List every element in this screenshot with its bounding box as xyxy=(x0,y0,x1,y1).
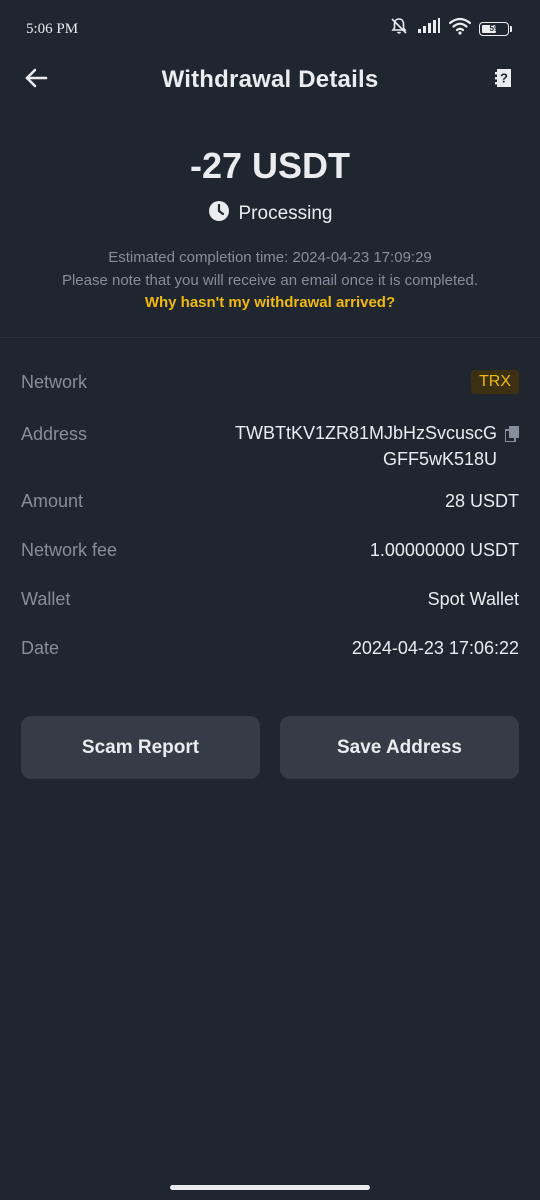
address-line-2: GFF5wK518U xyxy=(382,449,497,469)
date-value: 2024-04-23 17:06:22 xyxy=(351,638,519,658)
estimated-completion-time: Estimated completion time: 2024-04-23 17… xyxy=(108,249,432,266)
date-label: Date xyxy=(21,638,60,658)
clock-icon xyxy=(208,200,230,228)
copy-icon[interactable] xyxy=(504,424,519,448)
wifi-icon xyxy=(448,17,472,40)
status-time: 5:06 PM xyxy=(26,21,79,37)
detail-row-address: Address TWBTtKV1ZR81MJbHzSvcuscG GFF5wK5… xyxy=(21,420,519,472)
network-fee-value: 1.00000000 USDT xyxy=(369,540,519,560)
battery-percent: 59 xyxy=(489,24,499,33)
network-badge: TRX xyxy=(471,370,519,394)
address-value: TWBTtKV1ZR81MJbHzSvcuscG GFF5wK518U xyxy=(215,420,519,472)
status-icons: 59 xyxy=(389,16,512,41)
battery-icon: 59 xyxy=(479,21,512,36)
details-list: Network TRX Address TWBTtKV1ZR81MJbHzSvc… xyxy=(21,370,519,660)
network-label: Network xyxy=(21,372,88,392)
svg-text:?: ? xyxy=(500,70,508,85)
bell-muted-icon xyxy=(389,16,409,41)
withdrawal-amount: -27 USDT xyxy=(189,145,351,186)
detail-row-wallet: Wallet Spot Wallet xyxy=(21,587,519,611)
battery: 59 xyxy=(479,21,509,36)
scam-report-button[interactable]: Scam Report xyxy=(21,716,260,779)
status-bar: 5:06 PM 59 xyxy=(0,0,540,56)
wallet-value: Spot Wallet xyxy=(427,589,519,609)
withdrawal-summary: -27 USDT Processing Estimated completion… xyxy=(0,140,540,312)
help-document-icon: ? xyxy=(493,67,515,94)
detail-row-network: Network TRX xyxy=(21,370,519,394)
amount-value: 28 USDT xyxy=(444,491,519,511)
status-text: Processing xyxy=(238,203,333,224)
address-label: Address xyxy=(21,424,88,444)
email-notice: Please note that you will receive an ema… xyxy=(61,272,479,289)
signal-icon xyxy=(417,18,441,39)
completion-note: Estimated completion time: 2024-04-23 17… xyxy=(0,246,540,292)
status-line: Processing xyxy=(0,200,540,228)
help-button[interactable]: ? xyxy=(488,64,520,96)
battery-tip xyxy=(510,25,512,32)
save-address-button[interactable]: Save Address xyxy=(280,716,519,779)
page-title: Withdrawal Details xyxy=(161,66,379,93)
network-fee-label: Network fee xyxy=(21,540,118,560)
divider xyxy=(0,337,540,338)
detail-row-network-fee: Network fee 1.00000000 USDT xyxy=(21,538,519,562)
action-buttons: Scam Report Save Address xyxy=(21,716,519,779)
wallet-label: Wallet xyxy=(21,589,71,609)
address-text: TWBTtKV1ZR81MJbHzSvcuscG GFF5wK518U xyxy=(215,420,497,472)
home-indicator[interactable] xyxy=(170,1185,370,1190)
withdrawal-help-link[interactable]: Why hasn't my withdrawal arrived? xyxy=(145,294,395,311)
header: Withdrawal Details ? xyxy=(0,56,540,104)
detail-row-date: Date 2024-04-23 17:06:22 xyxy=(21,636,519,660)
amount-label: Amount xyxy=(21,491,84,511)
detail-row-amount: Amount 28 USDT xyxy=(21,489,519,513)
address-line-1: TWBTtKV1ZR81MJbHzSvcuscG xyxy=(234,423,497,443)
